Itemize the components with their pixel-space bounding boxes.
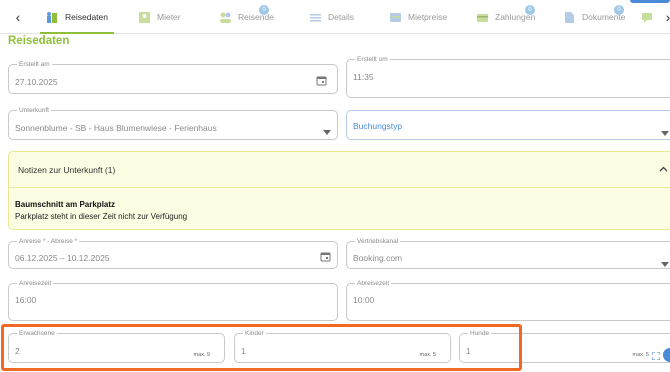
kinder-field[interactable]: Kinder 1 max. 5 [234,329,451,363]
field-value: 1 [466,346,471,356]
tab-mieter[interactable]: Mieter [138,0,181,34]
tab-scroll-left-icon[interactable]: ‹ [10,8,26,26]
field-value: 1 [241,346,246,356]
tab-mietpreise[interactable]: Mietpreise [389,0,447,34]
field-label: Erwachsene [17,329,57,338]
calendar-icon[interactable] [316,73,327,91]
note-text: Parkplatz steht in dieser Zeit nicht zur… [15,212,188,221]
tab-reisende[interactable]: 0 Reisende [219,0,274,34]
erwachsene-field[interactable]: Erwachsene 2 max. 9 [8,329,225,363]
field-label: Kinder [243,329,266,338]
chevron-down-icon [661,254,669,272]
field-label: Vertriebskanal [355,237,401,246]
tab-zahlungen[interactable]: 0 Zahlungen [476,0,535,34]
field-label: Erstellt um [355,55,390,64]
count-badge: 0 [614,4,624,15]
tenant-icon [138,11,151,24]
abreisezeit-field[interactable]: Abreisezeit 10:00 [346,279,670,321]
expand-icon[interactable] [651,351,661,362]
anreisezeit-field[interactable]: Anreisezeit 16:00 [8,279,338,321]
field-value: 06.12.2025 – 10.12.2025 [15,253,110,263]
unterkunft-select[interactable]: Unterkunft Sonnenblume - SB - Haus Blume… [8,106,338,140]
field-value: 2 [15,346,20,356]
tab-label: Details [328,12,354,22]
anreise-abreise-field[interactable]: Anreise * - Abreise * 06.12.2025 – 10.12… [8,237,338,269]
field-label: Abreisezeit [355,279,392,288]
page-title: Reisedaten [8,35,70,47]
prices-icon [389,11,402,24]
field-value: 11:35 [353,72,374,82]
floating-action-button[interactable] [663,348,670,362]
chevron-down-icon [323,122,331,140]
tab-scroll-right-icon[interactable]: › [660,8,670,26]
tab-more[interactable] [641,0,660,34]
payments-icon: 0 [476,4,535,24]
field-value: 10:00 [353,295,375,305]
max-hint: max. 5 [419,352,436,358]
field-value: 27.10.2025 [15,77,58,87]
tab-details[interactable]: Details [309,0,354,34]
field-label: Erstellt am [17,60,52,69]
notes-header[interactable]: Notizen zur Unterkunft (1) [9,152,670,188]
count-badge: 0 [259,4,269,15]
active-tab-indicator [40,32,114,34]
field-value: 16:00 [15,295,37,305]
note-title: Baumschnitt am Parkplatz [15,200,116,209]
field-placeholder: Buchungstyp [353,121,403,131]
field-label: Anreise * - Abreise * [17,237,80,246]
erstellt-am-field[interactable]: Erstellt am 27.10.2025 [8,60,338,94]
field-label: Unterkunft [17,106,51,115]
count-badge: 0 [525,4,535,15]
field-value: Sonnenblume - SB - Haus Blumenwiese - Fe… [15,123,217,133]
chevron-down-icon [661,123,669,141]
erstellt-um-field[interactable]: Erstellt um 11:35 [346,55,670,98]
tab-label: Mietpreise [408,12,448,22]
travelers-icon: 0 [219,4,269,24]
tab-reisedaten[interactable]: Reisedaten [40,0,114,34]
tab-label: Reisende [238,12,274,22]
max-hint: max. 5 [632,352,649,358]
trip-icon [46,11,59,24]
max-hint: max. 9 [193,352,210,358]
details-icon [309,11,322,24]
chat-icon [641,11,654,24]
tab-label: Mieter [157,12,181,22]
tab-label: Reisedaten [65,12,109,22]
buchungstyp-select[interactable]: Buchungstyp [346,110,670,140]
hunde-field[interactable]: Hunde 1 max. 5 [459,329,670,363]
chevron-up-icon[interactable] [659,164,668,174]
documents-icon: 0 [563,4,624,24]
notes-panel: Notizen zur Unterkunft (1) Baumschnitt a… [8,151,670,230]
notes-title: Notizen zur Unterkunft (1) [18,165,116,175]
calendar-icon[interactable] [320,249,331,267]
tab-bar: ‹ Reisedaten Mieter 0 Reisende Details M… [0,0,670,34]
vertriebskanal-select[interactable]: Vertriebskanal Booking.com [346,237,670,272]
field-value: Booking.com [353,253,403,263]
field-label: Hunde [468,329,492,338]
field-label: Anreisezeit [17,279,54,288]
tab-dokumente[interactable]: 0 Dokumente [563,0,625,34]
